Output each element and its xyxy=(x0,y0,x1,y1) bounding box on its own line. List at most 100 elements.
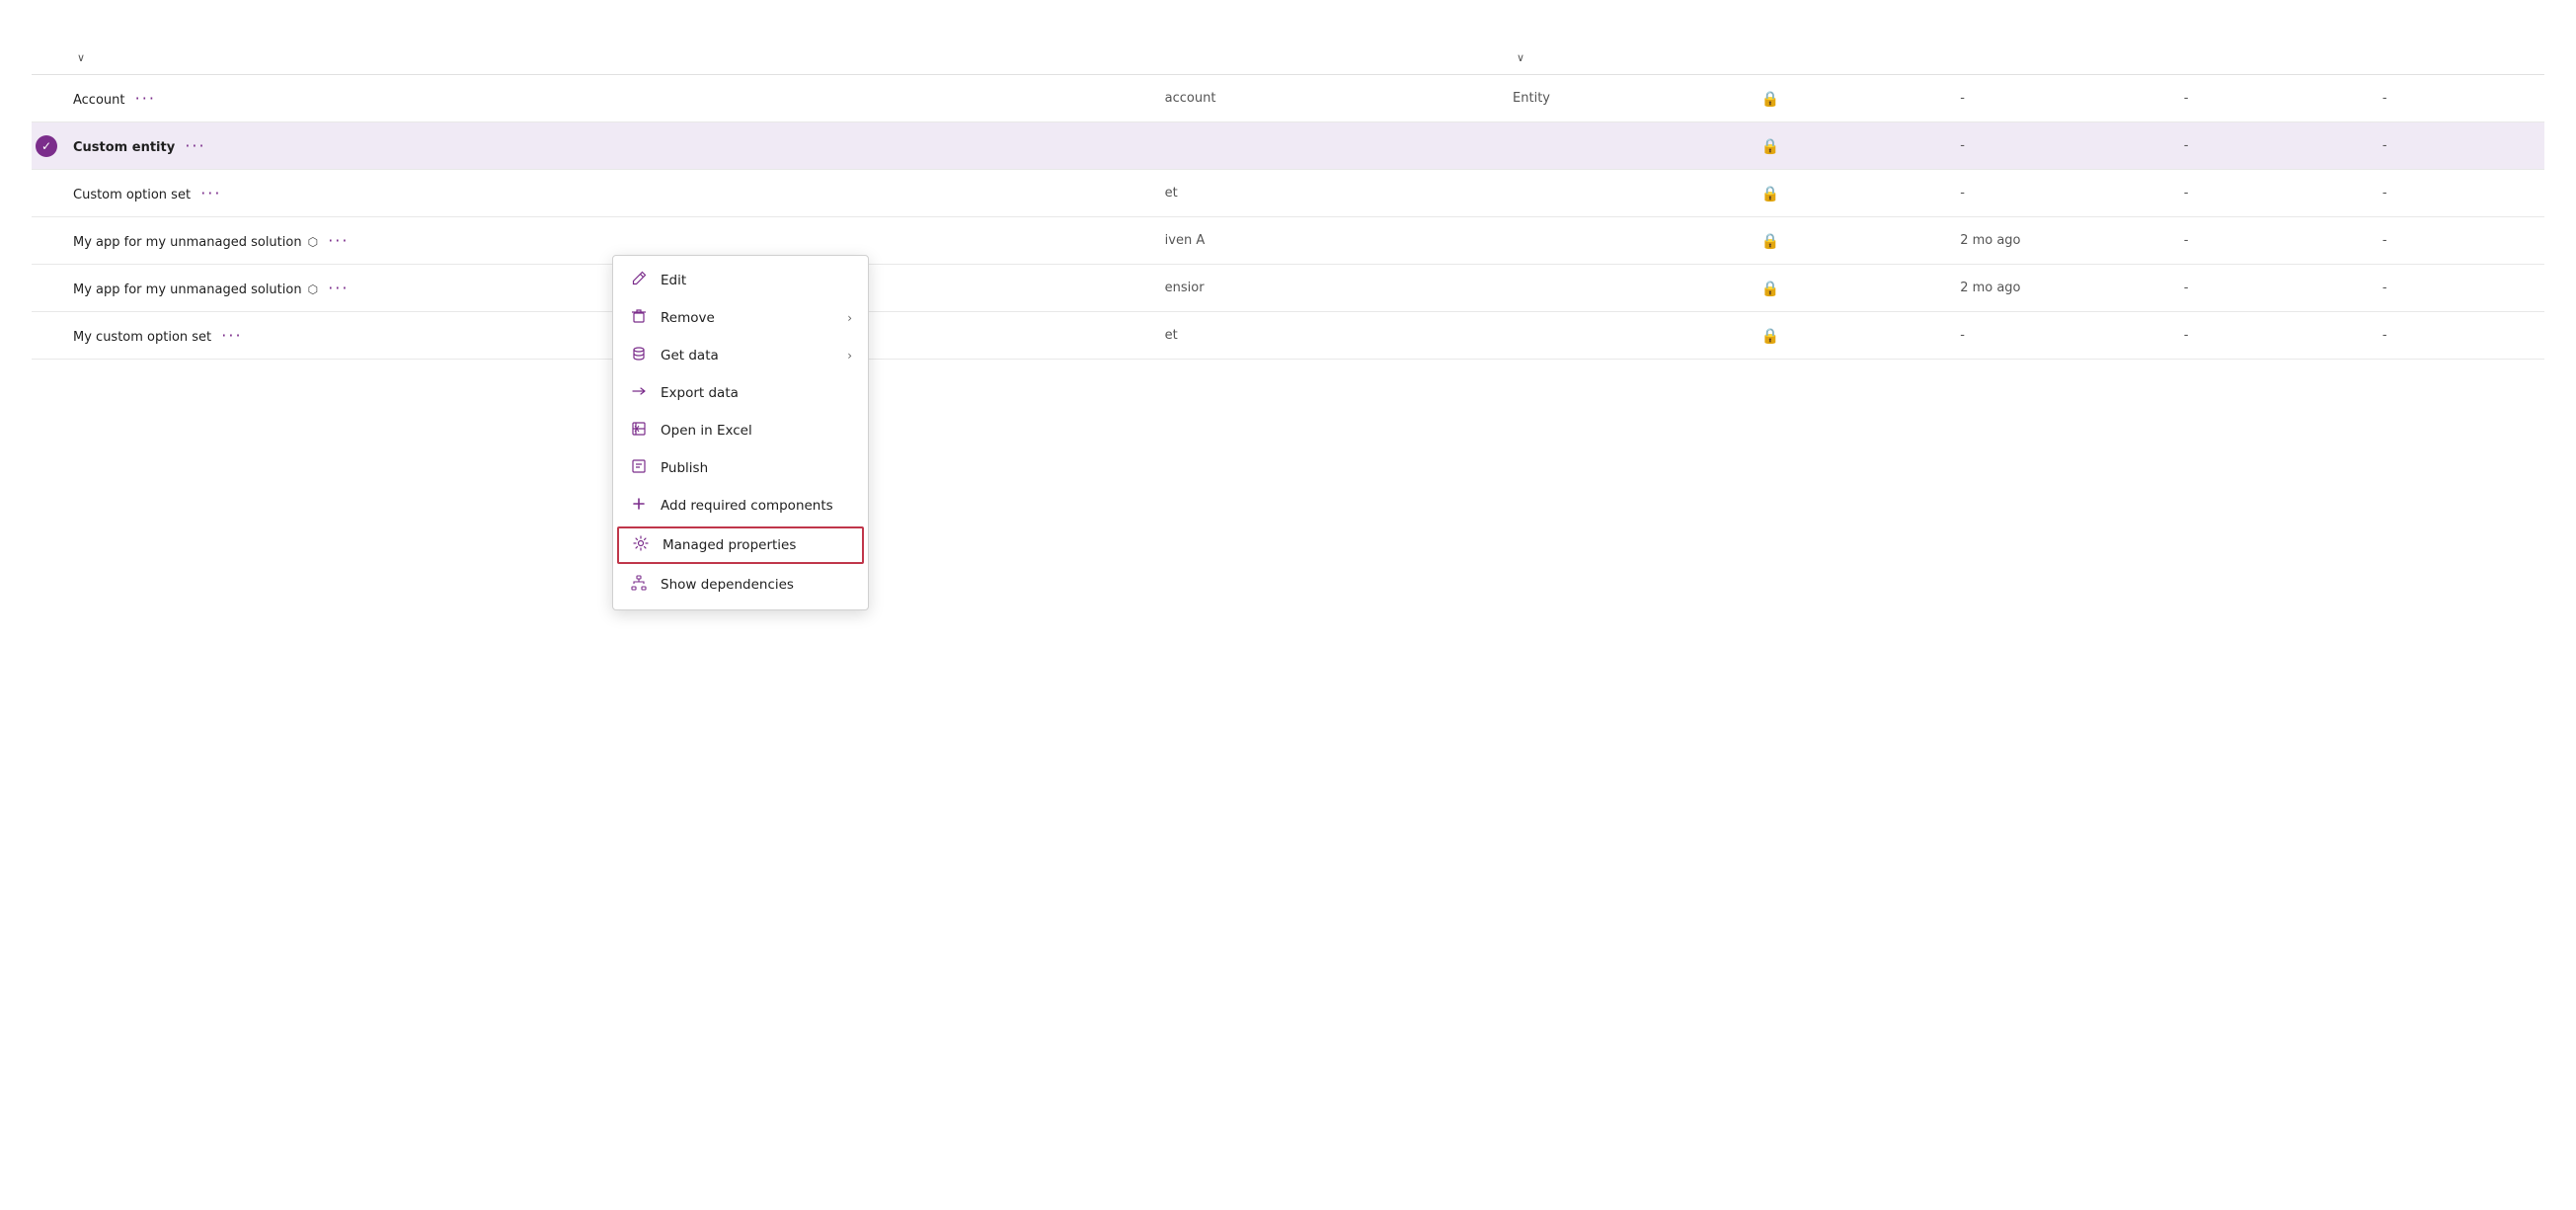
row-selector-5[interactable] xyxy=(32,312,61,360)
main-content: ∨ ∨ xyxy=(0,26,2576,360)
menu-item-label-remove: Remove xyxy=(661,310,715,326)
selected-check: ✓ xyxy=(36,135,57,157)
table-row[interactable]: My app for my unmanaged solution⬡ ···ive… xyxy=(32,217,2544,265)
row-selector-2[interactable] xyxy=(32,170,61,217)
row-selector-4[interactable] xyxy=(32,265,61,312)
menu-item-label-edit: Edit xyxy=(661,273,686,288)
export-icon xyxy=(629,383,649,403)
cell-managed: 🔒 xyxy=(1750,217,1948,265)
row-selector-3[interactable] xyxy=(32,217,61,265)
cell-type: Entity xyxy=(1501,75,1750,122)
cell-display-name: My app for my unmanaged solution ⬡ ··· xyxy=(61,265,1153,312)
cell-display-name: My custom option set ··· xyxy=(61,312,1153,360)
pencil-icon xyxy=(629,271,649,290)
col-header-display-name[interactable]: ∨ xyxy=(61,41,1153,75)
ellipsis-button[interactable]: ··· xyxy=(129,87,162,110)
cell-status: - xyxy=(2371,75,2544,122)
col-header-modified xyxy=(1948,41,2172,75)
cell-status: - xyxy=(2371,217,2544,265)
cell-type xyxy=(1501,217,1750,265)
table-row[interactable]: Account ···accountEntity🔒--- xyxy=(32,75,2544,122)
lock-icon: 🔒 xyxy=(1761,137,1780,155)
display-name-text: My custom option set xyxy=(73,330,211,345)
cell-name xyxy=(1153,122,1501,170)
cell-managed: 🔒 xyxy=(1750,170,1948,217)
cell-display-name: Custom option set ··· xyxy=(61,170,1153,217)
menu-item-label-export-data: Export data xyxy=(661,385,739,401)
col-header-managed xyxy=(1750,41,1948,75)
select-all-header[interactable] xyxy=(32,41,61,75)
table-row[interactable]: ✓Custom entity ···🔒--- xyxy=(32,122,2544,170)
menu-item-label-add-required: Add required components xyxy=(661,498,833,514)
menu-item-label-managed-properties: Managed properties xyxy=(663,537,796,553)
gear-icon xyxy=(631,535,651,555)
publish-icon xyxy=(629,458,649,478)
ellipsis-button[interactable]: ··· xyxy=(322,277,354,299)
menu-item-open-excel[interactable]: Open in Excel xyxy=(613,412,868,449)
cell-name: iven A xyxy=(1153,217,1501,265)
row-selector-0[interactable] xyxy=(32,75,61,122)
menu-item-get-data[interactable]: Get data› xyxy=(613,337,868,374)
ellipsis-button[interactable]: ··· xyxy=(215,324,248,347)
database-icon xyxy=(629,346,649,365)
menu-item-managed-properties[interactable]: Managed properties xyxy=(617,526,864,564)
display-name-text: My app for my unmanaged solution xyxy=(73,282,302,297)
cell-modified: - xyxy=(1948,75,2172,122)
cell-status: - xyxy=(2371,170,2544,217)
trash-icon xyxy=(629,308,649,328)
cell-modified: - xyxy=(1948,122,2172,170)
display-name-text: My app for my unmanaged solution xyxy=(73,235,302,250)
cell-modified: - xyxy=(1948,170,2172,217)
cell-type xyxy=(1501,170,1750,217)
cell-display-name: Custom entity ··· xyxy=(61,122,1153,170)
row-selector-1[interactable]: ✓ xyxy=(32,122,61,170)
breadcrumb xyxy=(0,0,2576,26)
menu-item-add-required[interactable]: Add required components xyxy=(613,487,868,524)
cell-name: et xyxy=(1153,170,1501,217)
cell-modified: - xyxy=(1948,312,2172,360)
table-row[interactable]: My app for my unmanaged solution ⬡ ··· ens… xyxy=(32,265,2544,312)
cell-type xyxy=(1501,122,1750,170)
display-name-text: Custom entity xyxy=(73,140,175,155)
cell-managed: 🔒 xyxy=(1750,265,1948,312)
cell-type xyxy=(1501,312,1750,360)
col-header-type[interactable]: ∨ xyxy=(1501,41,1750,75)
cell-managed: 🔒 xyxy=(1750,312,1948,360)
menu-item-remove[interactable]: Remove› xyxy=(613,299,868,337)
cell-owner: - xyxy=(2172,217,2371,265)
menu-item-export-data[interactable]: Export data xyxy=(613,374,868,412)
menu-item-label-get-data: Get data xyxy=(661,348,719,363)
cell-owner: - xyxy=(2172,75,2371,122)
ellipsis-button[interactable]: ··· xyxy=(179,134,211,157)
excel-icon xyxy=(629,421,649,441)
plus-icon xyxy=(629,496,649,516)
ellipsis-button[interactable]: ··· xyxy=(322,229,354,252)
cell-modified: 2 mo ago xyxy=(1948,265,2172,312)
table-row[interactable]: My custom option set ···et🔒--- xyxy=(32,312,2544,360)
cell-owner: - xyxy=(2172,312,2371,360)
solutions-table: ∨ ∨ xyxy=(32,41,2544,360)
cell-status: - xyxy=(2371,312,2544,360)
menu-item-show-dependencies[interactable]: Show dependencies xyxy=(613,566,868,604)
menu-item-label-show-dependencies: Show dependencies xyxy=(661,577,794,593)
menu-item-label-open-excel: Open in Excel xyxy=(661,423,752,439)
lock-icon: 🔒 xyxy=(1761,90,1780,108)
context-menu-overlay: Edit Remove›Get data› Export data Open in E… xyxy=(612,255,869,610)
cell-managed: 🔒 xyxy=(1750,75,1948,122)
table-row[interactable]: Custom option set ···et🔒--- xyxy=(32,170,2544,217)
menu-item-edit[interactable]: Edit xyxy=(613,262,868,299)
col-header-name xyxy=(1153,41,1501,75)
cell-owner: - xyxy=(2172,122,2371,170)
menu-item-publish[interactable]: Publish xyxy=(613,449,868,487)
col-header-status xyxy=(2371,41,2544,75)
menu-item-label-publish: Publish xyxy=(661,460,708,476)
cell-modified: 2 mo ago xyxy=(1948,217,2172,265)
external-link-icon: ⬡ xyxy=(308,282,318,296)
cell-name: ensior xyxy=(1153,265,1501,312)
dependencies-icon xyxy=(629,575,649,595)
display-name-text: Account xyxy=(73,93,125,108)
lock-icon: 🔒 xyxy=(1761,185,1780,202)
ellipsis-button[interactable]: ··· xyxy=(195,182,227,204)
table-header-row: ∨ ∨ xyxy=(32,41,2544,75)
cell-name: et xyxy=(1153,312,1501,360)
